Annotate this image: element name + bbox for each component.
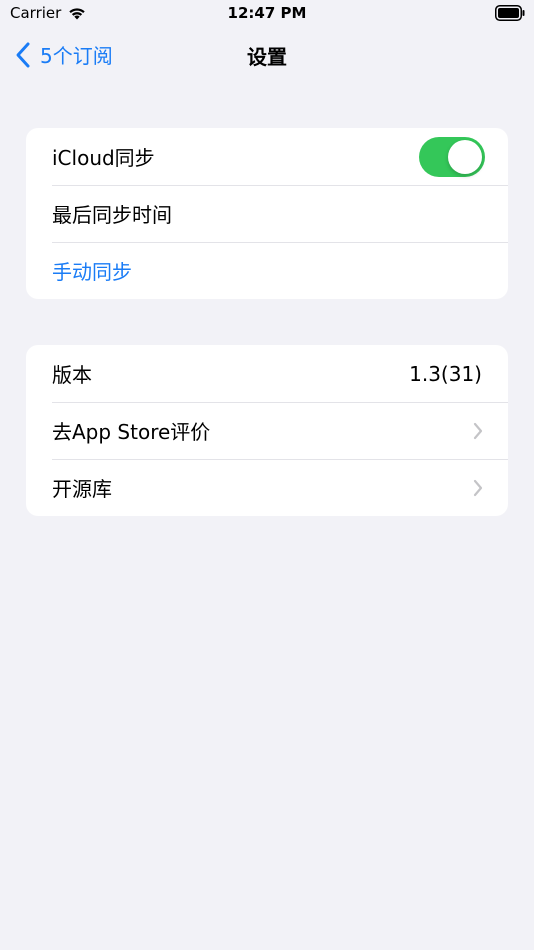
page-title: 设置: [247, 45, 287, 69]
toggle-knob: [448, 139, 482, 174]
chevron-right-icon: [473, 422, 483, 439]
icloud-sync-toggle[interactable]: [419, 136, 485, 177]
manual-sync-label: 手动同步: [52, 260, 132, 284]
navigation-bar: 5个订阅 设置: [0, 28, 534, 80]
battery-icon: [495, 5, 525, 21]
icloud-sync-row: iCloud同步: [26, 128, 508, 185]
chevron-right-icon: [473, 479, 483, 496]
open-source-libraries-label: 开源库: [52, 477, 112, 501]
status-bar: Carrier 12:47 PM: [0, 0, 534, 28]
rate-app-store-row[interactable]: 去App Store评价: [26, 402, 508, 459]
manual-sync-button[interactable]: 手动同步: [26, 242, 508, 299]
about-group: 版本 1.3(31) 去App Store评价 开源库: [26, 345, 508, 516]
version-label: 版本: [52, 363, 92, 387]
status-time: 12:47 PM: [227, 4, 307, 22]
version-row: 版本 1.3(31): [26, 345, 508, 402]
last-sync-time-row: 最后同步时间: [26, 185, 508, 242]
icloud-sync-label: iCloud同步: [52, 146, 155, 170]
version-value: 1.3(31): [409, 361, 482, 386]
rate-app-store-label: 去App Store评价: [52, 420, 211, 444]
last-sync-time-label: 最后同步时间: [52, 203, 172, 227]
sync-settings-group: iCloud同步 最后同步时间 手动同步: [26, 128, 508, 299]
open-source-libraries-row[interactable]: 开源库: [26, 459, 508, 516]
